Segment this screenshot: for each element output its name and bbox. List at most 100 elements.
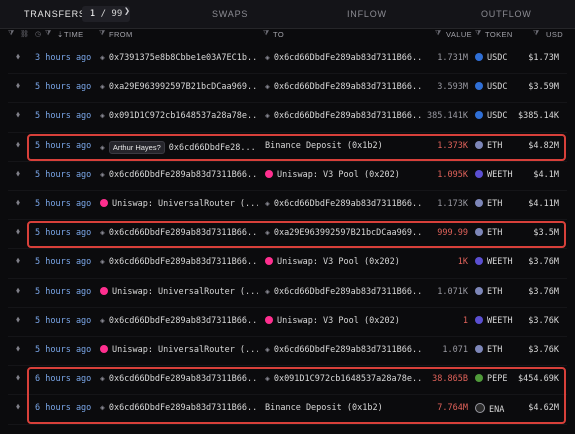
time-link[interactable]: 5 hours ago bbox=[35, 199, 91, 209]
filter-icon[interactable]: ⧩ bbox=[45, 30, 52, 38]
token-symbol: WEETH bbox=[487, 257, 513, 268]
token-cell[interactable]: ETH bbox=[475, 345, 502, 355]
from-address[interactable]: ◈ 0x6cd66DbdFe289ab83d7311B66... bbox=[100, 170, 258, 180]
value-amount: 1.071 bbox=[442, 345, 468, 355]
uniswap-icon bbox=[100, 286, 108, 295]
chevron-right-icon[interactable]: ❯ bbox=[124, 6, 130, 17]
filter-icon[interactable]: ⧩ bbox=[99, 30, 106, 38]
time-link[interactable]: 5 hours ago bbox=[35, 170, 91, 180]
column-usd[interactable]: USD bbox=[546, 30, 563, 39]
filter-icon[interactable]: ⧩ bbox=[475, 30, 482, 38]
to-address[interactable]: ◈ 0x6cd66DbdFe289ab83d7311B66... bbox=[265, 345, 423, 355]
ethereum-icon: ⬧ bbox=[16, 373, 21, 384]
highlight-box bbox=[27, 367, 566, 424]
table-row[interactable]: ⬧ 5 hours ago ◈ 0x091D1C972cb1648537a28a78e… bbox=[0, 103, 575, 133]
to-address[interactable]: ◈ 0x6cd66DbdFe289ab83d7311B66... bbox=[265, 82, 423, 92]
time-link[interactable]: 5 hours ago bbox=[35, 316, 91, 326]
to-address[interactable]: ◈ 0x6cd66DbdFe289ab83d7311B66... bbox=[265, 199, 423, 209]
to-address[interactable]: ◈ 0x6cd66DbdFe289ab83d7311B66... bbox=[265, 53, 423, 63]
from-label: 0x7391375e8b8Cbbe1e03A7EC1b... bbox=[108, 53, 258, 63]
tab-swaps[interactable]: SWAPS bbox=[212, 0, 248, 28]
to-address[interactable]: Uniswap: V3 Pool (0x202) bbox=[265, 315, 423, 326]
from-address[interactable]: ◈ 0xa29E963992597B21bcDCaa969... bbox=[100, 82, 258, 92]
table-row[interactable]: ⬧ 5 hours ago ◈ 0x6cd66DbdFe289ab83d7311B66… bbox=[0, 308, 575, 337]
filter-icon[interactable]: ⧩ bbox=[435, 30, 442, 38]
value-amount: 1.095K bbox=[437, 169, 468, 180]
to-address[interactable]: Uniswap: V3 Pool (0x202) bbox=[265, 169, 423, 180]
table-row[interactable]: ⬧ 5 hours ago Uniswap: UniversalRouter (..… bbox=[0, 191, 575, 221]
highlight-box bbox=[27, 221, 566, 249]
token-symbol: WEETH bbox=[487, 315, 513, 326]
uniswap-icon bbox=[265, 257, 273, 266]
token-cell[interactable]: WEETH bbox=[475, 257, 513, 267]
usd-value: $3.59M bbox=[528, 82, 559, 93]
tab-transfers[interactable]: TRANSFERS bbox=[24, 0, 86, 28]
token-symbol: USDC bbox=[487, 82, 508, 93]
time-link[interactable]: 5 hours ago bbox=[35, 287, 91, 297]
token-cell[interactable]: USDC bbox=[475, 111, 507, 121]
clock-icon[interactable]: ◷ bbox=[35, 30, 42, 38]
from-address[interactable]: Uniswap: UniversalRouter (... bbox=[100, 286, 258, 297]
column-to[interactable]: TO bbox=[273, 30, 284, 39]
filter-icon[interactable]: ⧩ bbox=[8, 30, 15, 38]
page-total: 99 bbox=[111, 9, 123, 19]
from-address[interactable]: ◈ 0x091D1C972cb1648537a28a78e... bbox=[100, 111, 258, 121]
from-address[interactable]: Uniswap: UniversalRouter (... bbox=[100, 199, 258, 209]
token-cell[interactable]: ETH bbox=[475, 286, 502, 297]
time-link[interactable]: 5 hours ago bbox=[35, 345, 91, 355]
from-address[interactable]: ◈ 0x6cd66DbdFe289ab83d7311B66... bbox=[100, 257, 258, 267]
wallet-icon: ◈ bbox=[265, 53, 270, 62]
time-link[interactable]: 5 hours ago bbox=[35, 257, 91, 267]
usd-value: $4.11M bbox=[528, 199, 559, 209]
wallet-icon: ◈ bbox=[100, 315, 105, 325]
tab-inflow[interactable]: INFLOW bbox=[347, 0, 387, 28]
value-amount: 385.141K bbox=[427, 111, 468, 122]
page-selector[interactable]: 1 / 99 bbox=[82, 6, 130, 22]
uniswap-icon bbox=[265, 315, 273, 324]
value-amount: 1 bbox=[462, 315, 468, 326]
ethereum-icon: ⬧ bbox=[16, 256, 21, 267]
from-address[interactable]: Uniswap: UniversalRouter (... bbox=[100, 345, 258, 355]
token-cell[interactable]: ETH bbox=[475, 199, 502, 209]
table-row[interactable]: ⬧ 5 hours ago ◈ 0x6cd66DbdFe289ab83d7311B66… bbox=[0, 162, 575, 191]
uniswap-icon bbox=[100, 199, 108, 207]
filter-icon[interactable]: ⧩ bbox=[533, 30, 540, 38]
column-from[interactable]: FROM bbox=[109, 30, 133, 39]
token-cell[interactable]: WEETH bbox=[475, 315, 513, 326]
to-address[interactable]: ◈ 0x6cd66DbdFe289ab83d7311B66... bbox=[265, 111, 423, 121]
tab-outflow[interactable]: OUTFLOW bbox=[481, 0, 532, 28]
filter-icon[interactable]: ⧩ bbox=[263, 30, 270, 38]
eth-icon bbox=[475, 345, 483, 353]
time-link[interactable]: 3 hours ago bbox=[35, 53, 91, 63]
column-value[interactable]: VALUE bbox=[446, 30, 472, 39]
to-label: Uniswap: V3 Pool (0x202) bbox=[277, 169, 400, 180]
to-address[interactable]: Uniswap: V3 Pool (0x202) bbox=[265, 257, 423, 267]
weeth-icon bbox=[475, 257, 483, 266]
wallet-icon: ◈ bbox=[100, 53, 105, 62]
value-amount: 1.071K bbox=[437, 286, 468, 297]
token-cell[interactable]: USDC bbox=[475, 53, 507, 63]
usd-value: $385.14K bbox=[518, 111, 559, 122]
table-row[interactable]: ⬧ 5 hours ago ◈ 0x6cd66DbdFe289ab83d7311B66… bbox=[0, 249, 575, 279]
table-row[interactable]: ⬧ 5 hours ago Uniswap: UniversalRouter (..… bbox=[0, 337, 575, 367]
time-link[interactable]: 5 hours ago bbox=[35, 82, 91, 92]
ethereum-icon: ⬧ bbox=[16, 110, 21, 121]
usdc-icon bbox=[475, 53, 483, 61]
token-cell[interactable]: WEETH bbox=[475, 169, 513, 180]
table-row[interactable]: ⬧ 5 hours ago ◈ 0xa29E963992597B21bcDCaa969… bbox=[0, 74, 575, 104]
token-cell[interactable]: USDC bbox=[475, 82, 507, 92]
token-symbol: ETH bbox=[487, 345, 503, 355]
wallet-icon: ◈ bbox=[265, 82, 270, 92]
column-time[interactable]: TIME bbox=[64, 30, 84, 39]
time-link[interactable]: 5 hours ago bbox=[35, 111, 91, 121]
to-address[interactable]: ◈ 0x6cd66DbdFe289ab83d7311B66... bbox=[265, 287, 423, 297]
link-icon[interactable]: ⛓ bbox=[20, 30, 29, 38]
from-address[interactable]: ◈ 0x6cd66DbdFe289ab83d7311B66... bbox=[100, 316, 258, 326]
table-row[interactable]: ⬧ 5 hours ago Uniswap: UniversalRouter (..… bbox=[0, 279, 575, 308]
sort-desc-icon[interactable]: ⇣ bbox=[57, 30, 64, 39]
column-token[interactable]: TOKEN bbox=[485, 30, 513, 39]
from-address[interactable]: ◈ 0x7391375e8b8Cbbe1e03A7EC1b... bbox=[100, 53, 258, 63]
table-row[interactable]: ⬧ 3 hours ago ◈ 0x7391375e8b8Cbbe1e03A7EC1b… bbox=[0, 45, 575, 75]
uniswap-icon bbox=[100, 345, 108, 353]
wallet-icon: ◈ bbox=[265, 286, 270, 296]
